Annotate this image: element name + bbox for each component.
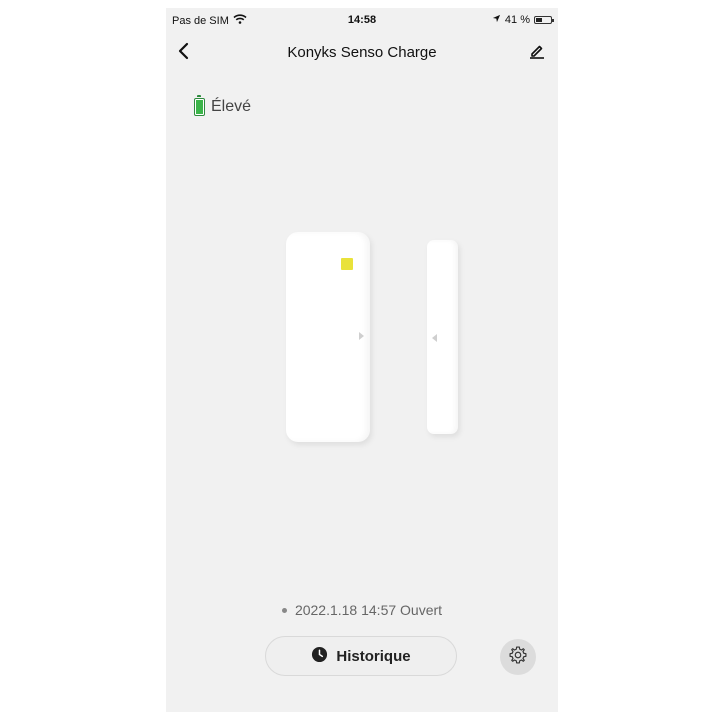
battery-full-icon <box>194 95 205 116</box>
history-label: Historique <box>336 647 411 665</box>
location-arrow-icon <box>492 14 501 26</box>
battery-percent: 41 % <box>504 14 530 26</box>
clock-icon <box>311 646 328 667</box>
edit-button[interactable] <box>526 42 548 64</box>
sensor-led <box>341 258 353 270</box>
status-battery-icon <box>534 16 554 24</box>
page-title: Konyks Senso Charge <box>287 44 437 61</box>
status-right: 41 % <box>492 14 554 26</box>
magnet-alignment-arrow <box>432 334 437 342</box>
history-button[interactable]: Historique <box>265 636 457 676</box>
settings-button[interactable] <box>500 639 536 675</box>
navigation-bar: Konyks Senso Charge <box>166 38 558 68</box>
event-dot <box>281 607 287 613</box>
app-screen: Pas de SIM 14:58 41 % Konyks Senso Charg… <box>166 8 558 712</box>
last-event-text: 2022.1.18 14:57 Ouvert <box>294 602 443 618</box>
last-event-record: 2022.1.18 14:57 Ouvert <box>166 602 558 618</box>
sensor-alignment-arrow <box>359 332 364 340</box>
gear-icon <box>508 645 528 670</box>
sensor-body-image <box>286 232 370 442</box>
battery-level: Élevé <box>194 95 252 116</box>
battery-level-label: Élevé <box>211 98 252 115</box>
status-bar: Pas de SIM 14:58 41 % <box>166 8 558 32</box>
sensor-magnet-image <box>427 240 458 434</box>
pencil-icon <box>529 43 545 64</box>
